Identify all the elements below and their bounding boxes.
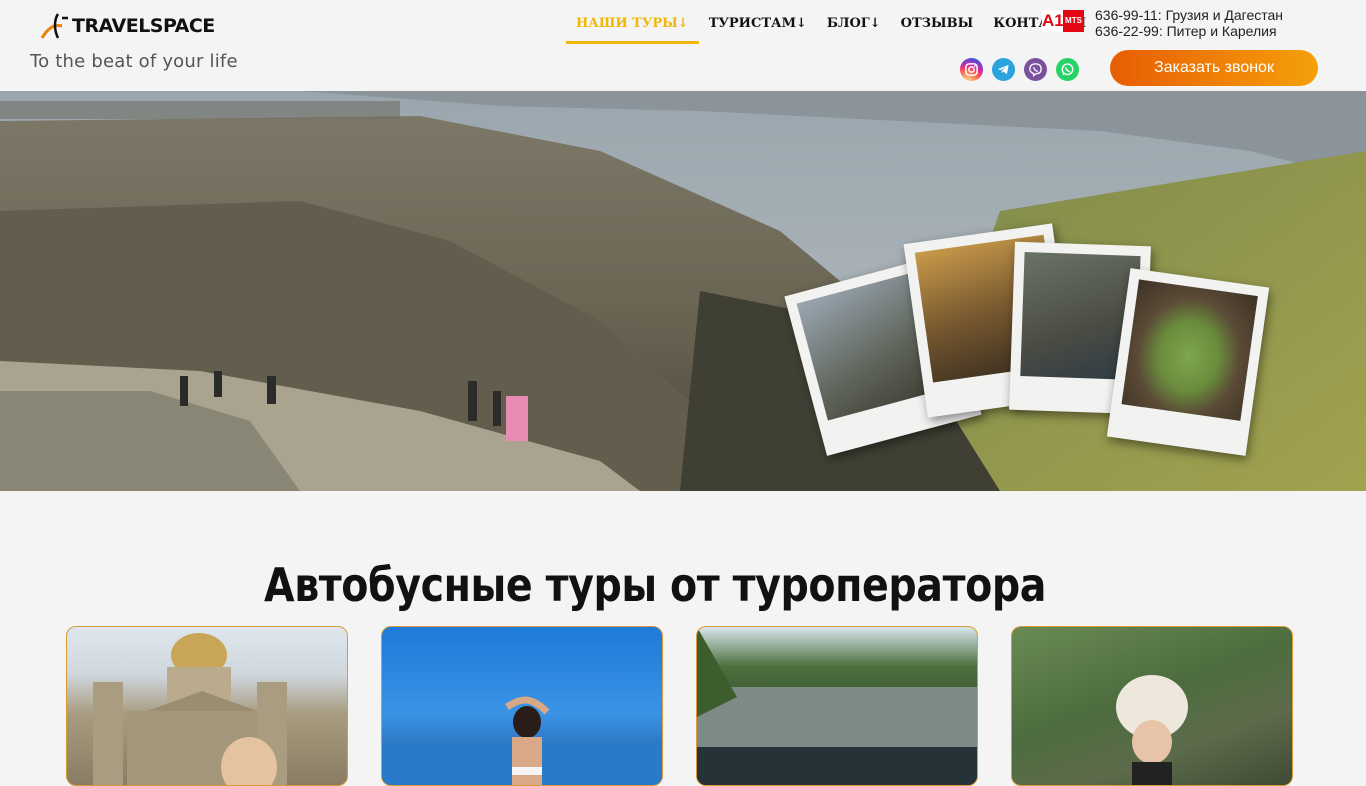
instagram-icon[interactable] [960,58,983,81]
site-header: TRAVELSPACE To the beat of your life НАШ… [0,0,1366,91]
logo[interactable]: TRAVELSPACE [40,10,215,42]
logo-text: TRAVELSPACE [72,15,215,37]
tagline: To the beat of your life [30,51,238,72]
tour-card-4[interactable] [1011,626,1293,786]
main-nav: НАШИ ТУРЫ↓ ТУРИСТАМ↓ БЛОГ↓ ОТЗЫВЫ КОНТАК… [566,4,1096,44]
woman-in-papakha-mountains-photo [1116,675,1188,785]
tour-card-1[interactable] [66,626,348,786]
whatsapp-icon[interactable] [1056,58,1079,81]
phone-piter-karelia[interactable]: 636-22-99: Питер и Карелия [1095,23,1283,39]
hero-banner [0,91,1366,491]
phone-georgia-dagestan[interactable]: 636-99-11: Грузия и Дагестан [1095,7,1283,23]
saint-isaacs-cathedral-photo [93,633,287,785]
nav-item-tourists[interactable]: ТУРИСТАМ↓ [699,4,817,44]
karelia-marble-canyon-photo [697,627,977,785]
phone-list: 636-99-11: Грузия и Дагестан 636-22-99: … [1095,7,1283,39]
a1-mark: A1 [1042,10,1064,32]
social-links [960,58,1079,81]
logo-mark-icon [40,13,68,39]
nav-item-reviews[interactable]: ОТЗЫВЫ [891,4,984,44]
polaroid-photo-4 [1106,268,1270,456]
viber-icon[interactable] [1024,58,1047,81]
telegram-icon[interactable] [992,58,1015,81]
tour-card-2[interactable] [381,626,663,786]
nav-item-tours[interactable]: НАШИ ТУРЫ↓ [566,4,699,44]
section-title: Автобусные туры от туроператора [264,558,1046,612]
callback-button[interactable]: Заказать звонок [1110,50,1318,86]
nav-item-blog[interactable]: БЛОГ↓ [817,4,891,44]
tour-card-3[interactable] [696,626,978,786]
operator-logo: A1 MTS [1042,10,1084,32]
mts-mark: MTS [1063,10,1084,32]
woman-by-sea-photo [382,696,662,785]
